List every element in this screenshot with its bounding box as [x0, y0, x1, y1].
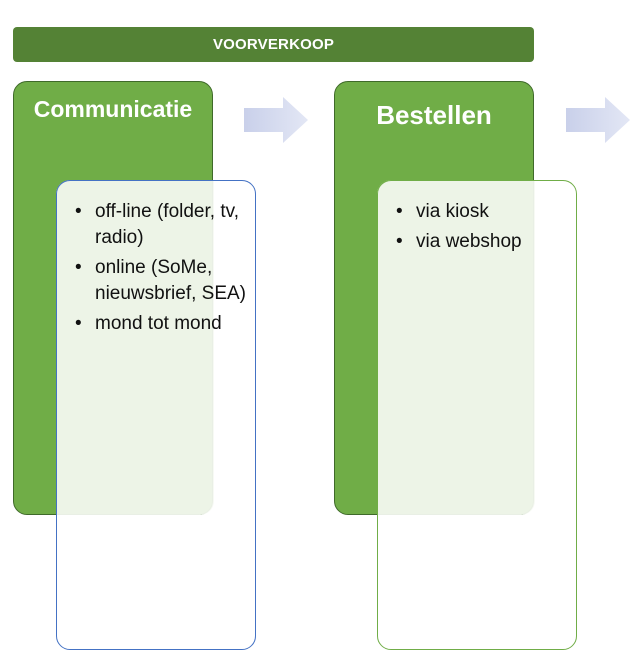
list-item: online (SoMe, nieuwsbrief, SEA)	[75, 255, 247, 307]
list-item: via webshop	[396, 229, 576, 255]
list-item: via kiosk	[396, 199, 576, 225]
bullet-list-bestellen: via kiosk via webshop	[396, 199, 576, 259]
voorverkoop-banner: VOORVERKOOP	[13, 27, 534, 62]
list-item: mond tot mond	[75, 311, 247, 337]
stage-title-bestellen: Bestellen	[376, 100, 492, 130]
arrow-right-icon	[566, 97, 630, 143]
bullet-list-communicatie: off-line (folder, tv, radio) online (SoM…	[75, 199, 247, 341]
arrow-right-icon	[244, 97, 308, 143]
stage-title-communicatie: Communicatie	[33, 96, 193, 122]
banner-label: VOORVERKOOP	[212, 36, 335, 53]
list-item: off-line (folder, tv, radio)	[75, 199, 247, 251]
